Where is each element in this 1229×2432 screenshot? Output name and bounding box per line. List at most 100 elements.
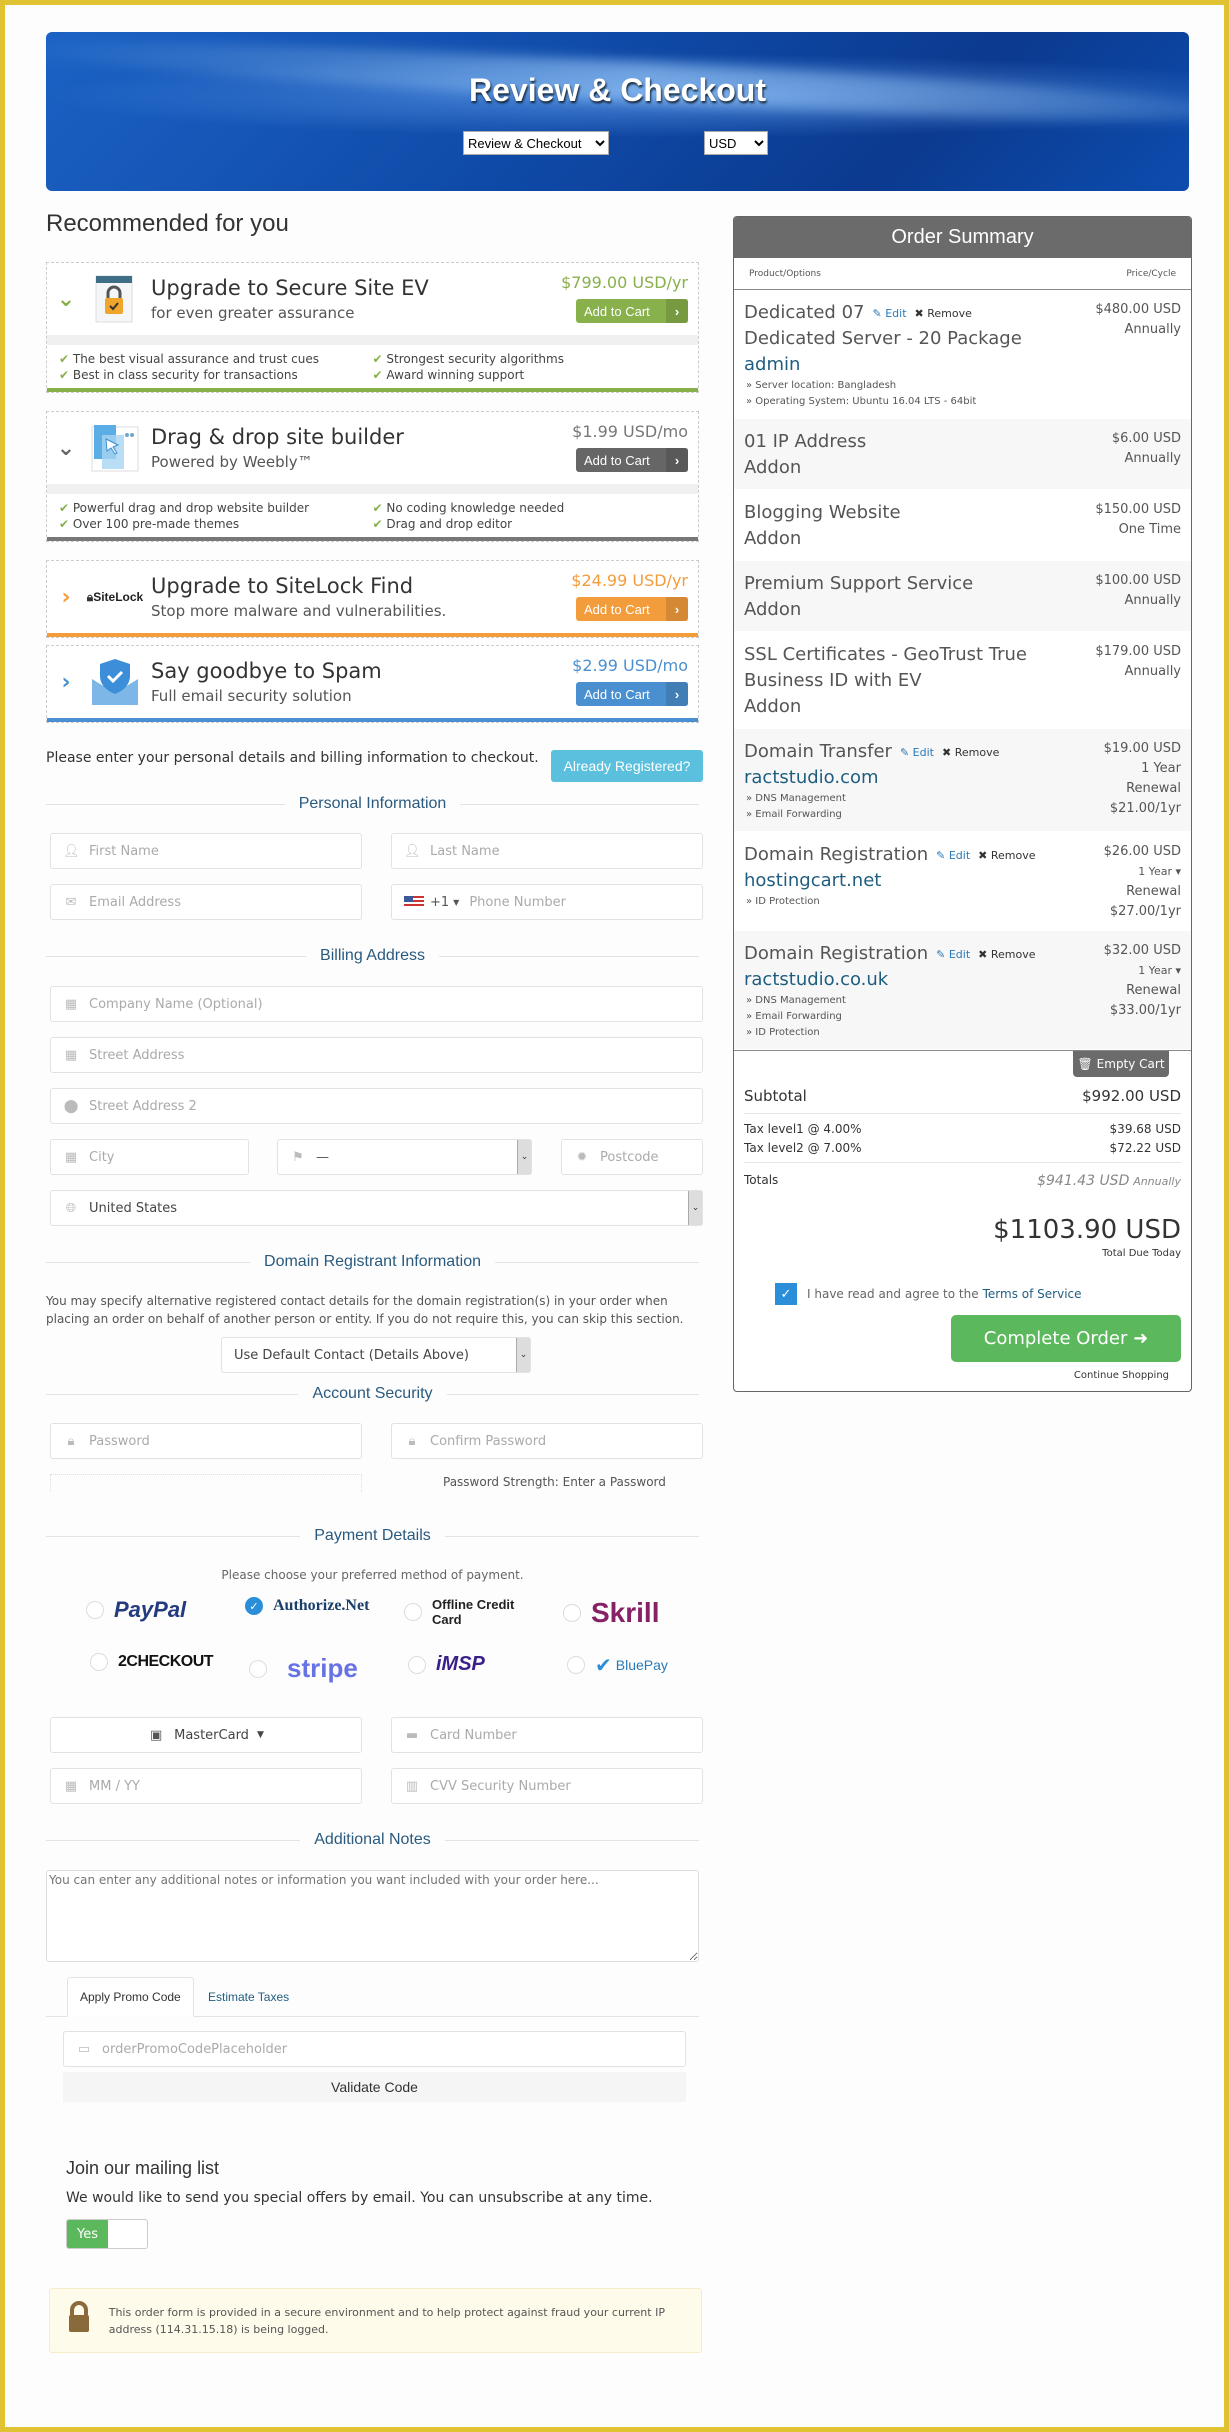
add-to-cart-button[interactable]: Add to Cart ›	[576, 682, 688, 706]
street-address-input[interactable]: ▦ Street Address	[50, 1037, 703, 1073]
additional-notes-textarea[interactable]	[46, 1870, 699, 1962]
feature-list: The best visual assurance and trust cues…	[47, 345, 698, 388]
card-type-select[interactable]: ▣ MasterCard ▼	[50, 1717, 362, 1753]
add-to-cart-button[interactable]: Add to Cart ›	[576, 299, 688, 323]
selected-value: —	[316, 1149, 329, 1165]
feature-item: Best in class security for transactions	[59, 368, 373, 382]
company-input[interactable]: ▦ Company Name (Optional)	[50, 986, 703, 1022]
cart-item: Domain Transfer ✎ Edit ✖ Remove ractstudio…	[734, 729, 1191, 832]
chevron-right-icon: ›	[666, 597, 688, 621]
remove-link[interactable]: ✖ Remove	[915, 307, 972, 320]
chevron-right-icon[interactable]: ›	[47, 585, 85, 610]
last-name-input[interactable]: 👤︎ Last Name	[391, 833, 703, 869]
radio-button[interactable]	[404, 1603, 422, 1621]
already-registered-button[interactable]: Already Registered?	[551, 750, 703, 782]
billing-cycle-dropdown[interactable]: 1 Year ▾	[1104, 862, 1181, 882]
mailing-list-toggle[interactable]: Yes	[66, 2219, 148, 2249]
validate-code-button[interactable]: Validate Code	[63, 2072, 686, 2102]
chevron-down-icon[interactable]: ⌄	[47, 287, 85, 312]
card-number-input[interactable]: ▬ Card Number	[391, 1717, 703, 1753]
currency-select[interactable]: USD	[704, 131, 768, 155]
payment-option-stripe[interactable]: stripe	[249, 1653, 358, 1684]
street-address-2-input[interactable]: ⬤ Street Address 2	[50, 1088, 703, 1124]
2checkout-logo: 2CHECKOUT	[118, 1653, 214, 1670]
caret-down-icon: ▼	[256, 1730, 264, 1740]
remove-link[interactable]: ✖ Remove	[942, 746, 999, 759]
payment-option-skrill[interactable]: Skrill	[563, 1597, 659, 1629]
remove-link[interactable]: ✖ Remove	[978, 849, 1035, 862]
radio-button[interactable]	[249, 1659, 267, 1678]
edit-link[interactable]: ✎ Edit	[936, 948, 970, 961]
chevron-right-icon: ›	[666, 682, 688, 706]
mailing-list-text: We would like to send you special offers…	[66, 2190, 653, 2206]
promo-spam-protection: › Say goodbye to Spam Full email securit…	[46, 645, 699, 723]
complete-order-button[interactable]: Complete Order ➜	[951, 1315, 1181, 1362]
tab-apply-promo-code[interactable]: Apply Promo Code	[67, 1977, 194, 2017]
chevron-right-icon[interactable]: ›	[47, 670, 85, 695]
totals-label: Totals	[744, 1173, 779, 1187]
product-group: Addon	[744, 457, 802, 478]
billing-cycle-dropdown[interactable]: 1 Year ▾	[1104, 961, 1181, 981]
radio-button[interactable]	[90, 1653, 108, 1671]
checkout-step-select[interactable]: Review & Checkout	[463, 131, 609, 155]
site-builder-icon	[85, 419, 145, 477]
globe-icon: 🌐︎	[65, 1200, 77, 1216]
continue-shopping-link[interactable]: Continue Shopping	[744, 1370, 1169, 1381]
payment-option-offline-card[interactable]: Offline Credit Card	[404, 1597, 518, 1627]
cvv-input[interactable]: ▥ CVV Security Number	[391, 1768, 703, 1804]
section-additional-notes: Additional Notes	[46, 1830, 699, 1850]
chevron-down-icon: ⌄	[516, 1338, 530, 1372]
city-input[interactable]: ▦ City	[50, 1139, 249, 1175]
page-title: Review & Checkout	[469, 72, 766, 108]
confirm-password-input[interactable]: 🔒︎ Confirm Password	[391, 1423, 703, 1459]
us-flag-icon[interactable]	[404, 896, 424, 908]
expiry-input[interactable]: ▦ MM / YY	[50, 1768, 362, 1804]
payment-option-authorize-net[interactable]: ✓ Authorize.Net	[245, 1597, 369, 1615]
phone-input[interactable]: +1 ▼ Phone Number	[391, 884, 703, 920]
email-input[interactable]: ✉ Email Address	[50, 884, 362, 920]
placeholder: Street Address	[89, 1047, 185, 1063]
sitelock-logo: 🔒︎ SiteLock	[86, 589, 144, 605]
terms-checkbox[interactable]: ✓	[775, 1283, 797, 1305]
payment-option-paypal[interactable]: PayPal	[86, 1597, 186, 1623]
terms-of-service-link[interactable]: Terms of Service	[983, 1287, 1082, 1301]
radio-button[interactable]	[563, 1604, 581, 1622]
product-name: SSL Certificates - GeoTrust True Busines…	[744, 644, 1027, 691]
edit-link[interactable]: ✎ Edit	[900, 746, 934, 759]
chevron-down-icon[interactable]: ⌄	[47, 436, 85, 461]
radio-button[interactable]	[86, 1601, 104, 1619]
add-to-cart-button[interactable]: Add to Cart ›	[576, 597, 688, 621]
phone-country-code[interactable]: +1	[430, 895, 449, 910]
add-to-cart-label: Add to Cart	[584, 686, 650, 702]
radio-button-checked[interactable]: ✓	[245, 1597, 263, 1615]
password-input[interactable]: 🔒︎ Password	[50, 1423, 362, 1459]
chevron-down-icon: ⌄	[517, 1140, 531, 1174]
item-price: $480.00 USD	[1095, 302, 1181, 317]
section-title: Billing Address	[320, 947, 425, 964]
secure-environment-notice: This order form is provided in a secure …	[49, 2288, 702, 2353]
remove-link[interactable]: ✖ Remove	[978, 948, 1035, 961]
tab-estimate-taxes[interactable]: Estimate Taxes	[196, 1977, 301, 2017]
cart-item: Blogging Website Addon $150.00 USD One Tim…	[734, 490, 1191, 561]
state-select[interactable]: ⚑ — ⌄	[277, 1139, 532, 1175]
payment-option-imsp[interactable]: iMSP	[408, 1653, 485, 1676]
domain-contact-select[interactable]: Use Default Contact (Details Above) ⌄	[221, 1337, 531, 1373]
promo-code-input[interactable]: ▭ orderPromoCodePlaceholder	[63, 2031, 686, 2067]
item-cycle: One Time	[1118, 522, 1181, 537]
postcode-input[interactable]: ✹ Postcode	[561, 1139, 703, 1175]
radio-button[interactable]	[567, 1656, 585, 1674]
payment-option-bluepay[interactable]: ✔ BluePay	[567, 1653, 668, 1677]
country-select[interactable]: 🌐︎ United States ⌄	[50, 1190, 703, 1226]
product-domain: hostingcart.net	[744, 870, 882, 891]
add-to-cart-button[interactable]: Add to Cart ›	[576, 448, 688, 472]
first-name-input[interactable]: 👤︎ First Name	[50, 833, 362, 869]
product-name: Domain Transfer	[744, 741, 892, 762]
bluepay-logo: BluePay	[615, 1657, 668, 1673]
empty-cart-button[interactable]: 🗑︎ Empty Cart	[1073, 1051, 1169, 1077]
edit-link[interactable]: ✎ Edit	[936, 849, 970, 862]
feature-item: Strongest security algorithms	[373, 352, 687, 366]
feature-item: The best visual assurance and trust cues	[59, 352, 373, 366]
edit-link[interactable]: ✎ Edit	[872, 307, 906, 320]
radio-button[interactable]	[408, 1655, 426, 1674]
payment-option-2checkout[interactable]: 2CHECKOUT	[90, 1653, 214, 1671]
